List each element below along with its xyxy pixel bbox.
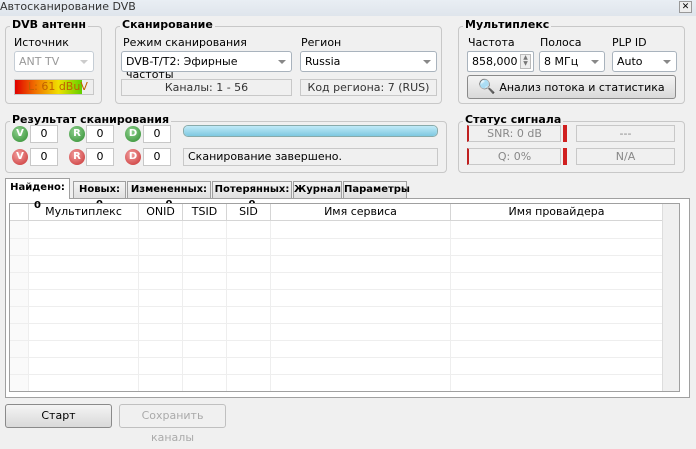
tab-changed[interactable]: Измененных: 0 [127, 181, 211, 210]
bad-v-count: 0 [30, 148, 58, 166]
table-row-line [10, 272, 662, 273]
plp-label: PLP ID [612, 36, 647, 49]
region-code-info: Код региона: 7 (RUS) [300, 79, 437, 96]
scan-status: Сканирование завершено. [183, 148, 438, 166]
tab-params[interactable]: Параметры [343, 181, 410, 198]
col-service[interactable]: Имя сервиса [271, 204, 451, 221]
table-row-line [10, 374, 662, 375]
snr-indicator [563, 125, 567, 142]
band-label: Полоса [540, 36, 582, 49]
level-text: L: 61 dBuV [28, 80, 88, 93]
title-bar: Автосканирование DVB [0, 0, 696, 16]
analyze-label: Анализ потока и статистика [499, 81, 665, 94]
bad-r-count: 0 [86, 148, 114, 166]
plp-value: Auto [617, 55, 643, 68]
col-mux[interactable]: Мультиплекс [29, 204, 139, 221]
bad-d-count: 0 [143, 148, 171, 166]
freq-label: Частота [468, 36, 515, 49]
antenna-title: DVB антенн [10, 18, 88, 31]
source-select[interactable]: ANT TV [14, 51, 94, 72]
mode-select[interactable]: DVB-T/T2: Эфирные частоты [121, 51, 292, 81]
region-select[interactable]: Russia [300, 51, 437, 72]
tab-log[interactable]: Журнал [293, 181, 342, 198]
signal-info-2: N/A [576, 148, 675, 165]
band-select[interactable]: 8 МГц [539, 51, 605, 72]
table-scrollbar[interactable] [662, 204, 679, 391]
tab-new[interactable]: Новых: 0 [73, 181, 126, 210]
table-row-line [10, 306, 662, 307]
tab-found[interactable]: Найдено: 0 [5, 178, 70, 211]
source-label: Источник [14, 36, 69, 49]
table-row-line [10, 340, 662, 341]
mode-label: Режим сканирования [123, 36, 247, 49]
bad-d-icon: D [125, 149, 141, 165]
source-value: ANT TV [19, 55, 60, 68]
close-icon[interactable]: ✕ [679, 1, 692, 13]
col-onid[interactable]: ONID [139, 204, 183, 221]
region-label: Регион [301, 36, 342, 49]
good-d-icon: D [125, 126, 141, 142]
mux-title: Мультиплекс [463, 18, 552, 31]
col-provider[interactable]: Имя провайдера [451, 204, 663, 221]
plp-select[interactable]: Auto [612, 51, 677, 72]
analyze-button[interactable]: 🔍 Анализ потока и статистика [467, 75, 676, 99]
snr-meter: SNR: 0 dB [467, 125, 561, 142]
save-channels-button[interactable]: Сохранить каналы [119, 404, 226, 444]
good-d-count: 0 [143, 125, 171, 143]
quality-meter: Q: 0% [467, 148, 561, 165]
freq-value: 858,000 [472, 55, 518, 68]
table-row-line [10, 238, 662, 239]
scan-progress-bar [183, 125, 438, 137]
bad-r-icon: R [69, 149, 85, 165]
col-sid[interactable]: SID [227, 204, 271, 221]
good-r-icon: R [69, 126, 85, 142]
scan-title: Сканирование [120, 18, 215, 31]
freq-spinner[interactable]: ▲ ▼ [520, 54, 531, 69]
table-row-line [10, 357, 662, 358]
table-row-line [10, 255, 662, 256]
band-value: 8 МГц [544, 55, 579, 68]
search-icon: 🔍 [478, 79, 496, 95]
table-row-line [10, 391, 662, 392]
good-v-icon: V [12, 126, 28, 142]
freq-input[interactable]: 858,000 ▲ ▼ [467, 51, 534, 72]
good-r-count: 0 [86, 125, 114, 143]
channels-table: Мультиплекс ONID TSID SID Имя сервиса Им… [9, 203, 680, 392]
channels-info: Каналы: 1 - 56 [121, 79, 292, 96]
signal-info-1: --- [576, 125, 675, 142]
start-button[interactable]: Старт [5, 404, 112, 428]
level-meter: L: 61 dBuV [14, 79, 94, 95]
tab-lost[interactable]: Потерянных: 0 [212, 181, 292, 210]
table-row-line [10, 323, 662, 324]
region-value: Russia [305, 55, 341, 68]
col-index[interactable] [10, 204, 29, 221]
window-title: Автосканирование DVB [0, 0, 136, 13]
good-v-count: 0 [30, 125, 58, 143]
table-row-line [10, 289, 662, 290]
quality-indicator [563, 148, 567, 165]
bad-v-icon: V [12, 149, 28, 165]
col-tsid[interactable]: TSID [183, 204, 227, 221]
